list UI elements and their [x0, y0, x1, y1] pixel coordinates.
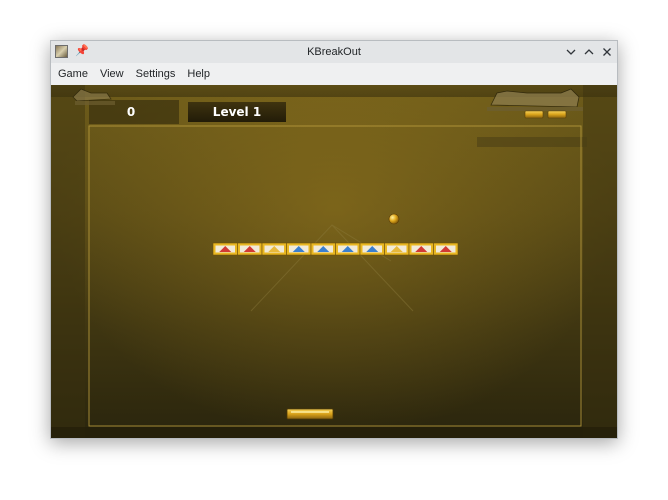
score-display: 0 [126, 105, 136, 119]
game-board[interactable]: 0 Level 1 [51, 85, 617, 438]
brick-row [212, 242, 459, 256]
life-indicator [524, 110, 544, 119]
ball [388, 213, 400, 225]
playfield-border [88, 125, 582, 427]
close-icon[interactable] [599, 44, 615, 60]
brick-blue [359, 242, 385, 256]
window-title: KBreakOut [307, 46, 361, 58]
brick-red [408, 242, 434, 256]
brick-red [237, 242, 263, 256]
menu-view[interactable]: View [95, 63, 129, 85]
brick-red [212, 242, 238, 256]
brick-yellow [384, 242, 410, 256]
pyramid-background [250, 224, 414, 312]
menu-help[interactable]: Help [182, 63, 215, 85]
maximize-icon[interactable] [581, 44, 597, 60]
bottom-band [51, 427, 617, 438]
brick-yellow [261, 242, 287, 256]
brick-blue [310, 242, 336, 256]
menu-game[interactable]: Game [53, 63, 93, 85]
left-pillar [51, 85, 85, 438]
life-indicator [547, 110, 567, 119]
menu-settings[interactable]: Settings [131, 63, 181, 85]
minimize-icon[interactable] [563, 44, 579, 60]
brick-blue [286, 242, 312, 256]
brick-blue [335, 242, 361, 256]
brick-red [433, 242, 459, 256]
paddle[interactable] [286, 408, 334, 420]
right-pillar [583, 85, 617, 438]
title-bar[interactable]: 📌 KBreakOut [51, 41, 617, 63]
level-display: Level 1 [188, 102, 286, 122]
game-scene [51, 85, 617, 438]
app-window: 📌 KBreakOut Game View Settings Help 0 Le… [50, 40, 618, 439]
menu-bar: Game View Settings Help [51, 63, 617, 85]
